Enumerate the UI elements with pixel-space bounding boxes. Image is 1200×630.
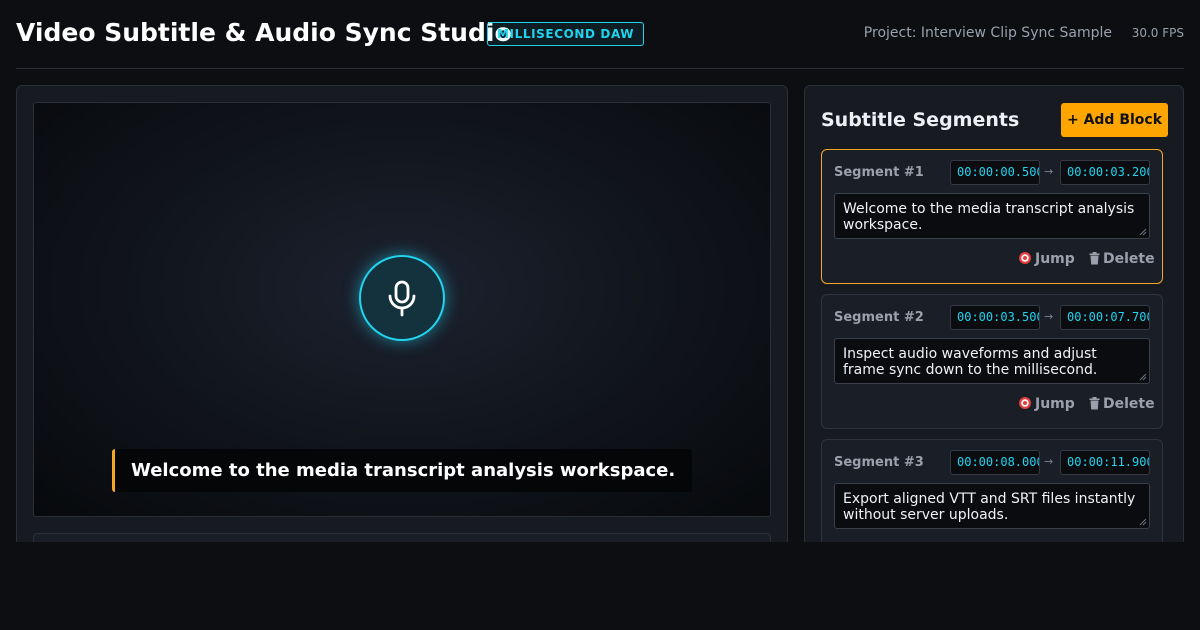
segment-start-input[interactable]: 00:00:00.500 [950,160,1040,185]
segment-label: Segment #2 [834,310,924,325]
segment-start-input[interactable]: 00:00:03.500 [950,305,1040,330]
app-title: Video Subtitle & Audio Sync Studio [16,18,512,47]
video-preview[interactable]: Welcome to the media transcript analysis… [33,102,771,517]
arrow-right-icon: → [1044,310,1054,323]
target-icon [1019,252,1031,264]
fps-readout: 30.0 FPS [1131,26,1184,40]
trash-icon [1089,252,1100,265]
microphone-glyph [388,280,416,317]
jump-button[interactable]: Jump [1018,396,1075,412]
segment-card[interactable]: Segment #3 00:00:08.000 → 00:00:11.900 E… [821,439,1163,554]
delete-button[interactable]: Delete [1089,396,1155,412]
segment-text-input[interactable]: Export aligned VTT and SRT files instant… [834,483,1150,529]
segment-text: Welcome to the media transcript analysis… [843,201,1135,233]
app-header: Video Subtitle & Audio Sync Studio MILLI… [16,0,1184,69]
segment-text-input[interactable]: Welcome to the media transcript analysis… [834,193,1150,239]
segment-text: Inspect audio waveforms and adjust frame… [843,346,1098,378]
resize-grip-icon[interactable] [1139,373,1147,381]
subtitle-overlay: Welcome to the media transcript analysis… [112,449,692,492]
arrow-right-icon: → [1044,165,1054,178]
segments-panel: Subtitle Segments + Add Block Segment #1… [804,85,1184,555]
segment-label: Segment #1 [834,165,924,180]
segments-title: Subtitle Segments [821,109,1020,131]
segment-end-input[interactable]: 00:00:03.200 [1060,160,1150,185]
microphone-icon[interactable] [359,255,445,341]
resize-grip-icon[interactable] [1139,228,1147,236]
player-panel: Welcome to the media transcript analysis… [16,85,788,573]
arrow-right-icon: → [1044,455,1054,468]
trash-icon [1089,397,1100,410]
target-icon [1019,397,1031,409]
segment-card[interactable]: Segment #1 00:00:00.500 → 00:00:03.200 W… [821,149,1163,284]
segment-text-input[interactable]: Inspect audio waveforms and adjust frame… [834,338,1150,384]
segment-label: Segment #3 [834,455,924,470]
segment-card[interactable]: Segment #2 00:00:03.500 → 00:00:07.700 I… [821,294,1163,429]
segment-end-input[interactable]: 00:00:07.700 [1060,305,1150,330]
delete-button[interactable]: Delete [1089,251,1155,267]
segment-start-input[interactable]: 00:00:08.000 [950,450,1040,475]
viewport-cutoff [0,542,1200,630]
segment-end-input[interactable]: 00:00:11.900 [1060,450,1150,475]
resize-grip-icon[interactable] [1139,518,1147,526]
mode-badge: MILLISECOND DAW [487,22,645,46]
add-block-button[interactable]: + Add Block [1061,103,1168,137]
jump-button[interactable]: Jump [1018,251,1075,267]
project-name: Project: Interview Clip Sync Sample [863,25,1112,41]
segment-text: Export aligned VTT and SRT files instant… [843,491,1136,523]
